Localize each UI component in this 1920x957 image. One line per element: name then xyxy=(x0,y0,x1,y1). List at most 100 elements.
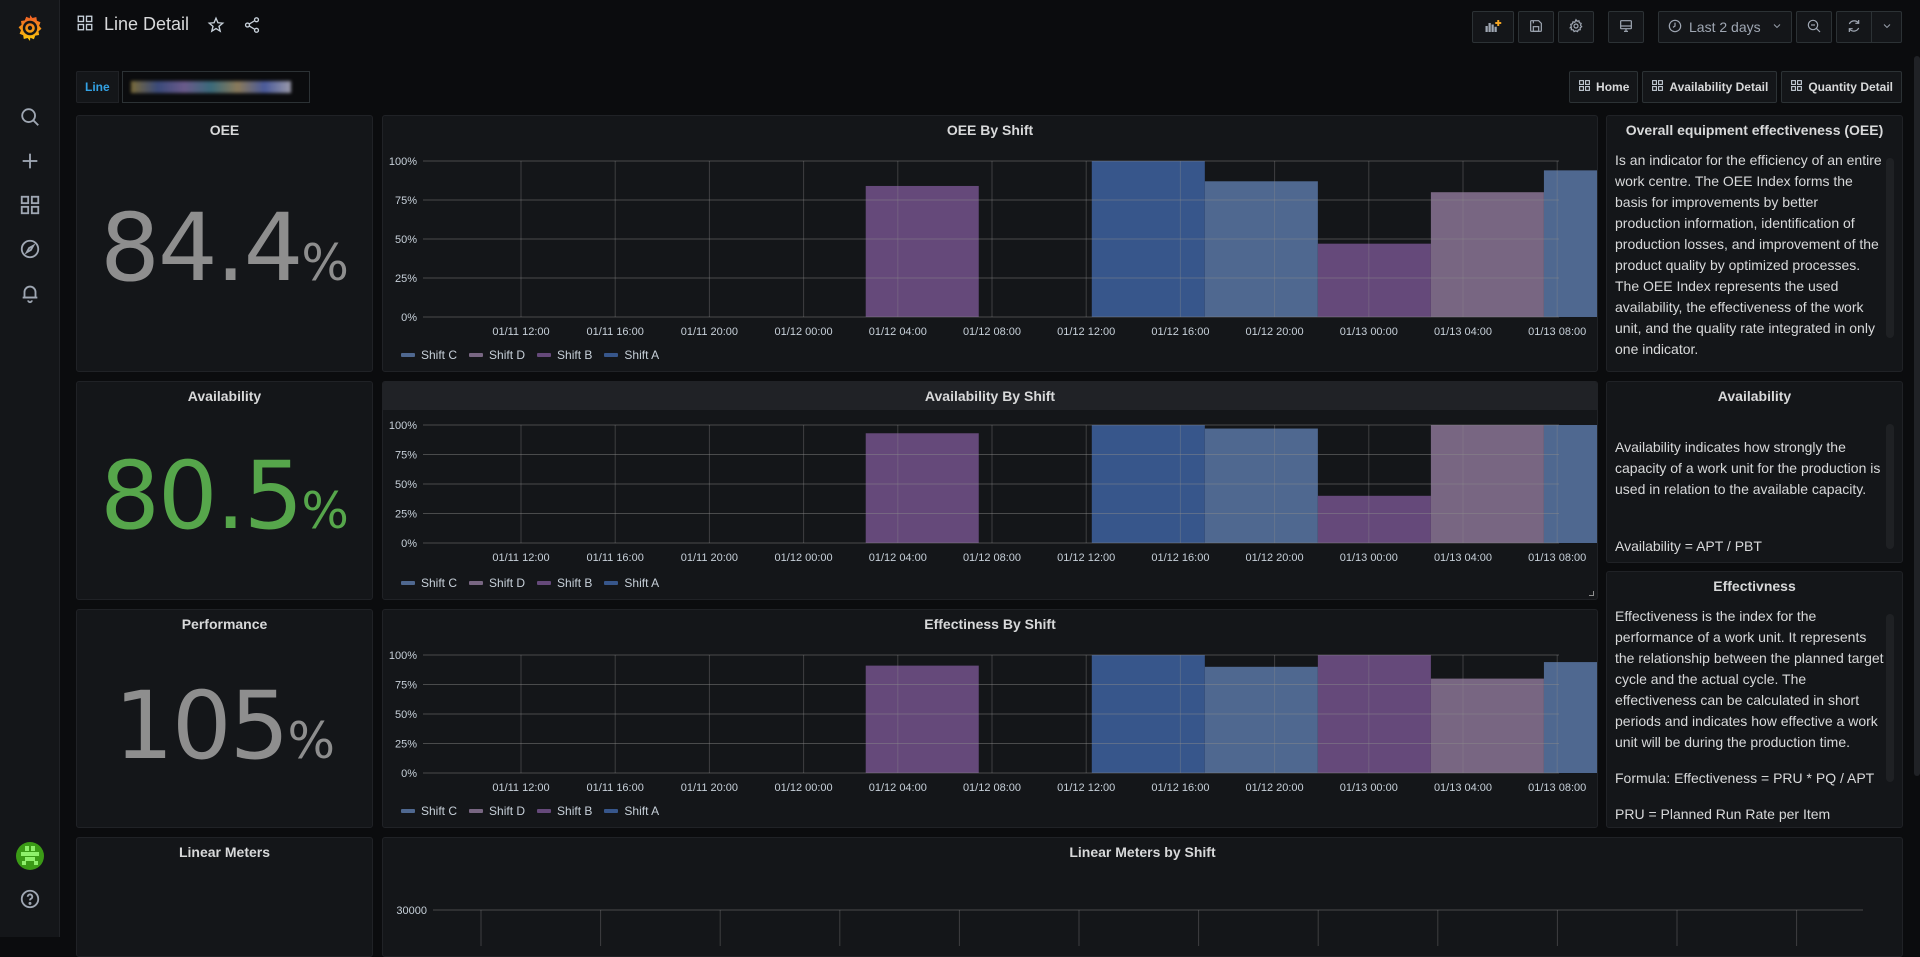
stat-panel-oee[interactable]: OEE 84.4% xyxy=(76,115,373,372)
line-variable-label: Line xyxy=(76,71,119,103)
legend-swatch xyxy=(537,581,552,585)
x-tick-label: 01/12 08:00 xyxy=(963,782,1021,794)
legend-swatch xyxy=(537,809,552,813)
sidebar xyxy=(0,0,60,937)
x-tick-label: 01/12 04:00 xyxy=(869,782,927,794)
share-icon[interactable] xyxy=(243,16,261,34)
stat-number: 84.4 xyxy=(100,194,303,303)
zoom-out-icon xyxy=(1806,18,1822,37)
stat-value: 80.5% xyxy=(77,442,372,551)
y-tick-label: 50% xyxy=(395,479,417,491)
stat-panel-linear-meters[interactable]: Linear Meters xyxy=(76,837,373,957)
legend-label: Shift B xyxy=(557,348,593,362)
dashboard-title[interactable]: Line Detail xyxy=(104,14,189,35)
legend-item-shift-c[interactable]: Shift C xyxy=(401,348,457,362)
refresh-interval-dropdown[interactable] xyxy=(1872,11,1902,43)
bar-shift-d[interactable] xyxy=(1430,192,1544,317)
bar-shift-c[interactable] xyxy=(1543,662,1598,773)
scrollbar[interactable] xyxy=(1886,424,1894,549)
bar-shift-b[interactable] xyxy=(865,185,979,317)
legend-item-shift-b[interactable]: Shift B xyxy=(537,348,592,362)
x-tick-label: 01/11 20:00 xyxy=(681,782,738,794)
line-variable-select[interactable] xyxy=(121,71,310,103)
legend-item-shift-b[interactable]: Shift B xyxy=(537,804,592,818)
oee-by-shift-chart: 0% 25% 50% 75% 100% 01/11 12:00 01/11 16:00 01/… xyxy=(389,156,1598,338)
resize-handle[interactable] xyxy=(1589,591,1594,596)
text-panel-availability: Availability Availability indicates how … xyxy=(1606,381,1903,563)
legend-item-shift-a[interactable]: Shift A xyxy=(604,804,659,818)
x-tick-label: 01/11 16:00 xyxy=(587,782,644,794)
stat-panel-availability[interactable]: Availability 80.5% xyxy=(76,381,373,600)
legend-item-shift-c[interactable]: Shift C xyxy=(401,576,457,590)
bar-shift-b[interactable] xyxy=(865,665,979,773)
legend-item-shift-c[interactable]: Shift C xyxy=(401,804,457,818)
bar-shift-c[interactable] xyxy=(1204,181,1318,317)
x-tick-label: 01/11 20:00 xyxy=(681,552,738,564)
compass-explore-icon[interactable] xyxy=(18,237,42,261)
plus-icon[interactable] xyxy=(18,149,42,173)
bar-shift-c[interactable] xyxy=(1204,666,1318,773)
chart-panel-oee-by-shift[interactable]: OEE By Shift 0% 25% 50% 75% 100% 01/11 12:00 0… xyxy=(382,115,1598,372)
chart-legend: Shift C Shift D Shift B Shift A xyxy=(401,576,659,590)
panel-title: Effectiness By Shift xyxy=(924,616,1056,632)
legend-item-shift-d[interactable]: Shift D xyxy=(469,348,525,362)
bar-shift-c[interactable] xyxy=(1204,428,1318,543)
availability-by-shift-chart: 0% 25% 50% 75% 100% 01/11 12:00 01/11 16:00 01/… xyxy=(389,420,1597,564)
legend-label: Shift B xyxy=(557,804,593,818)
page-scrollbar-thumb[interactable] xyxy=(1914,56,1920,776)
legend-item-shift-d[interactable]: Shift D xyxy=(469,804,525,818)
dashboards-grid-icon[interactable] xyxy=(18,193,42,217)
bar-shift-b[interactable] xyxy=(1317,243,1431,317)
bar-shift-d[interactable] xyxy=(1430,678,1544,773)
panel-title: Linear Meters xyxy=(178,844,271,860)
chart-panel-effectiveness-by-shift[interactable]: Effectiness By Shift 0% 25% 50% 75% 100% 01/1… xyxy=(382,609,1598,828)
scrollbar[interactable] xyxy=(1886,614,1894,782)
scrollbar[interactable] xyxy=(1886,158,1894,338)
y-tick-label: 75% xyxy=(395,195,417,207)
stat-value: 84.4% xyxy=(77,194,372,303)
dashboard-settings-button[interactable] xyxy=(1558,11,1594,43)
x-tick-label: 01/13 08:00 xyxy=(1528,782,1586,794)
help-icon[interactable] xyxy=(18,887,42,911)
link-availability-detail[interactable]: Availability Detail xyxy=(1642,71,1778,103)
bar-shift-c[interactable] xyxy=(1543,170,1598,317)
chart-panel-availability-by-shift[interactable]: Availability By Shift 0% 25% 50% 75% 100% 01/… xyxy=(382,381,1598,600)
bar-shift-b[interactable] xyxy=(1317,495,1431,543)
zoom-out-time-range-button[interactable] xyxy=(1796,11,1832,43)
link-home[interactable]: Home xyxy=(1569,71,1639,103)
dashboard-grid-icon xyxy=(76,14,94,35)
bell-alerting-icon[interactable] xyxy=(18,281,42,305)
y-tick-label: 50% xyxy=(395,709,417,721)
y-tick-label: 50% xyxy=(395,234,417,246)
legend-swatch xyxy=(469,809,484,813)
text-panel-effectiveness: Effectivness Effectiveness is the index … xyxy=(1606,571,1903,828)
save-dashboard-button[interactable] xyxy=(1518,11,1554,43)
cycle-view-mode-button[interactable] xyxy=(1608,11,1644,43)
chart-panel-linear-meters-by-shift[interactable]: Linear Meters by Shift 20000 30000 xyxy=(382,837,1903,957)
time-picker-button[interactable]: Last 2 days xyxy=(1658,11,1792,43)
link-quantity-detail[interactable]: Quantity Detail xyxy=(1781,71,1902,103)
text-content: Effectiveness is the index for the perfo… xyxy=(1607,600,1902,825)
legend-item-shift-d[interactable]: Shift D xyxy=(469,576,525,590)
search-icon[interactable] xyxy=(18,105,42,129)
page-scrollbar[interactable] xyxy=(1914,56,1920,936)
stat-panel-performance[interactable]: Performance 105% xyxy=(76,609,373,828)
star-icon[interactable] xyxy=(207,16,225,34)
legend-item-shift-b[interactable]: Shift B xyxy=(537,576,592,590)
refresh-button[interactable] xyxy=(1836,11,1872,43)
add-panel-button[interactable] xyxy=(1472,11,1514,43)
text-content: Is an indicator for the efficiency of an… xyxy=(1607,144,1902,371)
grafana-logo-icon[interactable] xyxy=(14,12,46,44)
user-avatar[interactable] xyxy=(16,842,44,870)
legend-item-shift-a[interactable]: Shift A xyxy=(604,348,659,362)
stat-number: 80.5 xyxy=(100,442,303,551)
legend-swatch xyxy=(604,353,619,357)
text-content: Availability indicates how strongly the … xyxy=(1607,410,1902,562)
y-tick-label: 75% xyxy=(395,680,417,692)
bar-shift-b[interactable] xyxy=(865,433,979,543)
legend-label: Shift A xyxy=(624,576,660,590)
y-tick-label: 0% xyxy=(401,538,417,550)
x-tick-label: 01/11 20:00 xyxy=(681,326,738,338)
refresh-icon xyxy=(1846,18,1862,37)
legend-item-shift-a[interactable]: Shift A xyxy=(604,576,659,590)
